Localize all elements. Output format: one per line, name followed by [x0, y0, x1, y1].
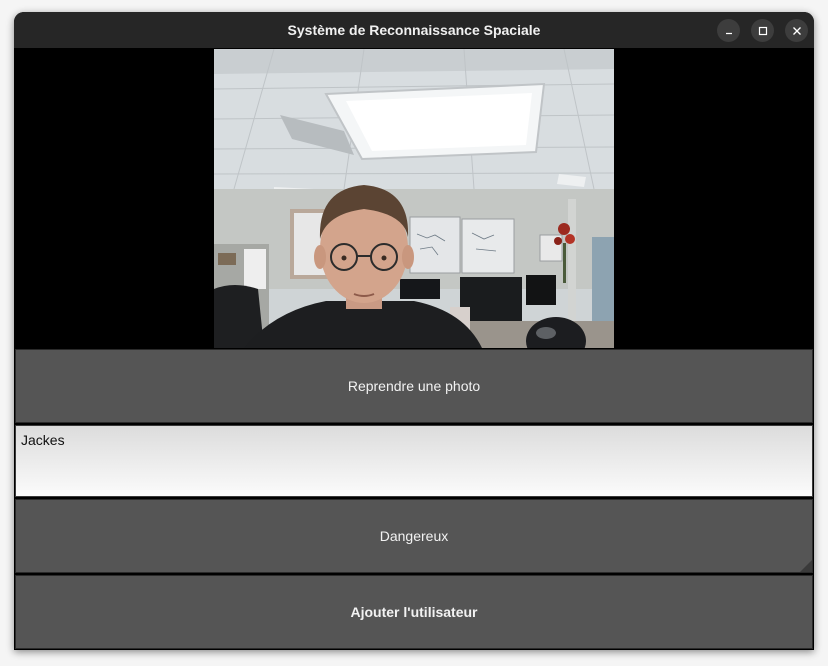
minimize-icon — [725, 32, 732, 34]
add-user-button[interactable]: Ajouter l'utilisateur — [15, 575, 813, 649]
resize-grip-icon — [800, 560, 812, 572]
camera-image — [214, 49, 614, 348]
retake-photo-button[interactable]: Reprendre une photo — [15, 349, 813, 423]
window-title: Système de Reconnaissance Spaciale — [287, 22, 541, 38]
username-value: Jackes — [21, 432, 65, 448]
close-button[interactable] — [785, 19, 808, 42]
close-icon — [792, 26, 801, 35]
dangerous-label: Dangereux — [379, 528, 449, 544]
main-content: Reprendre une photo Jackes Dangereux Ajo… — [14, 48, 814, 650]
add-user-label: Ajouter l'utilisateur — [350, 604, 478, 620]
dangerous-toggle-button[interactable]: Dangereux — [15, 499, 813, 573]
minimize-button[interactable] — [717, 19, 740, 42]
camera-preview — [214, 49, 614, 348]
retake-photo-label: Reprendre une photo — [347, 378, 481, 394]
maximize-icon — [758, 26, 767, 35]
title-bar[interactable]: Système de Reconnaissance Spaciale — [14, 12, 814, 48]
maximize-button[interactable] — [751, 19, 774, 42]
username-field[interactable]: Jackes — [15, 425, 813, 497]
app-window: Système de Reconnaissance Spaciale Repre… — [14, 12, 814, 650]
